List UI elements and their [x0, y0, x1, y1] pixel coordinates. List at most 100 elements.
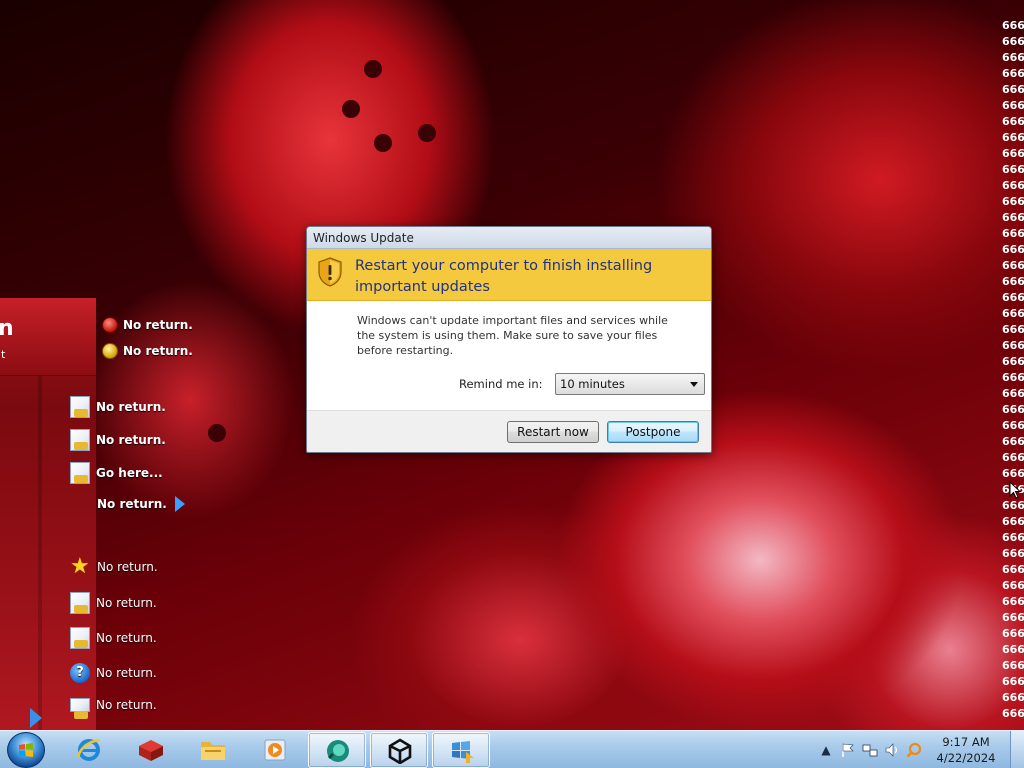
remind-dropdown-value: 10 minutes — [560, 377, 625, 391]
help-icon: ? — [70, 663, 90, 683]
repeated-text-line: 666 — [1002, 531, 1024, 544]
remind-label: Remind me in: — [459, 377, 543, 391]
system-tray: ▲ 9:17 AM 4/22/2024 — [804, 731, 1024, 768]
dialog-description: Windows can't update important files and… — [357, 314, 668, 357]
wallpaper-detail — [208, 424, 226, 442]
dialog-banner: Restart your computer to finish installi… — [307, 249, 711, 301]
action-center-flag-icon[interactable] — [840, 742, 856, 758]
wallpaper-detail — [364, 60, 382, 78]
repeated-text-line: 666 — [1002, 611, 1024, 624]
update-icon — [452, 741, 474, 763]
repeated-text-line: 666 — [1002, 419, 1024, 432]
menu-item-label: No return. — [96, 631, 157, 645]
taskbar-app-windows-update[interactable] — [432, 732, 490, 768]
repeated-text-line: 666 — [1002, 675, 1024, 688]
repeated-text-line: 666 — [1002, 707, 1024, 720]
menu-item-1[interactable]: No return. — [70, 396, 166, 418]
repeated-text-line: 666 — [1002, 275, 1024, 288]
repeated-text-line: 666 — [1002, 211, 1024, 224]
show-desktop-button[interactable] — [1010, 731, 1024, 768]
menu-item-label: No return. — [97, 497, 167, 511]
yellow-warning-icon — [102, 343, 118, 359]
start-menu-divider — [38, 376, 42, 730]
windows-logo-icon — [19, 743, 33, 757]
remind-dropdown[interactable]: 10 minutes — [555, 373, 705, 395]
menu-item-label: No return. — [96, 666, 157, 680]
taskbar-app-media-player[interactable] — [246, 732, 304, 768]
menu-item-label: No return. — [96, 698, 157, 712]
menu-item-run[interactable]: No return. — [70, 698, 157, 719]
start-button[interactable] — [7, 732, 45, 768]
menu-item-2[interactable]: No return. — [70, 429, 166, 451]
green-circle-icon — [327, 740, 349, 762]
repeated-text-line: 666 — [1002, 195, 1024, 208]
menu-item-label: No return. — [123, 344, 193, 358]
repeated-text-line: 666 — [1002, 291, 1024, 304]
menu-item-submenu[interactable]: No return. — [97, 496, 185, 512]
clock-time: 9:17 AM — [942, 735, 990, 749]
repeated-text-line: 666 — [1002, 691, 1024, 704]
unity-icon — [388, 738, 412, 764]
star-icon: ★ — [70, 554, 90, 579]
windows-update-dialog: Windows Update Restart your computer to … — [306, 226, 712, 453]
taskbar-app-unity[interactable] — [370, 732, 428, 768]
menu-item-label: Go here... — [96, 466, 163, 480]
repeated-text-line: 666 — [1002, 115, 1024, 128]
repeated-text-column: 666 666 666 666 666 666 666 666 666 666 666 666 666 6… — [1002, 18, 1024, 722]
repeated-text-line: 666 — [1002, 83, 1024, 96]
menu-item-search[interactable]: No return. — [70, 592, 157, 614]
repeated-text-line: 666 — [1002, 627, 1024, 640]
menu-item-tasks[interactable]: No return. — [70, 627, 157, 649]
repeated-text-line: 666 — [1002, 259, 1024, 272]
dialog-title: Windows Update — [307, 227, 711, 249]
restart-now-button[interactable]: Restart now — [507, 421, 599, 443]
show-hidden-icons-chevron-up-icon[interactable]: ▲ — [818, 742, 834, 758]
menu-item-go-here[interactable]: Go here... — [70, 462, 163, 484]
postpone-button[interactable]: Postpone — [607, 421, 699, 443]
volume-icon[interactable] — [884, 742, 900, 758]
arrow-right-icon — [174, 496, 185, 512]
menu-item-help[interactable]: ? No return. — [70, 663, 157, 683]
menu-item-label: No return. — [97, 560, 158, 574]
taskbar-app-red[interactable] — [122, 732, 180, 768]
repeated-text-line: 666 — [1002, 99, 1024, 112]
repeated-text-line: 666 — [1002, 67, 1024, 80]
red-box-icon — [139, 740, 163, 761]
repeated-text-line: 666 — [1002, 51, 1024, 64]
repeated-text-line: 666 — [1002, 323, 1024, 336]
media-icon — [264, 739, 286, 761]
menu-item-favorites[interactable]: ★ No return. — [70, 556, 158, 578]
repeated-text-line: 666 — [1002, 387, 1024, 400]
menu-item-top-2[interactable]: No return. — [102, 343, 193, 359]
menu-item-label: No return. — [123, 318, 193, 332]
taskbar-app-file-explorer[interactable] — [184, 732, 242, 768]
repeated-text-line: 666 — [1002, 643, 1024, 656]
ie-icon — [76, 739, 101, 761]
search-icon[interactable] — [906, 742, 922, 758]
repeated-text-line: 666 — [1002, 163, 1024, 176]
red-warning-icon — [102, 317, 118, 333]
wallpaper-detail — [374, 134, 392, 152]
dialog-footer: Restart now Postpone — [307, 411, 711, 452]
repeated-text-line: 666 — [1002, 435, 1024, 448]
all-programs-arrow-icon[interactable] — [30, 708, 42, 728]
taskbar-app-internet-explorer[interactable] — [60, 732, 118, 768]
menu-item-label: No return. — [96, 433, 166, 447]
taskbar-clock[interactable]: 9:17 AM 4/22/2024 — [934, 734, 998, 766]
dialog-headline: Restart your computer to finish installi… — [355, 258, 653, 295]
repeated-text-line: 666 — [1002, 451, 1024, 464]
folder-icon — [70, 462, 90, 484]
repeated-text-line: 666 — [1002, 499, 1024, 512]
repeated-text-line: 666 — [1002, 467, 1024, 480]
repeated-text-line: 666 — [1002, 371, 1024, 384]
repeated-text-line: 666 — [1002, 147, 1024, 160]
repeated-text-line: 666 — [1002, 307, 1024, 320]
repeated-text-line: 666 — [1002, 179, 1024, 192]
repeated-text-line: 666 — [1002, 131, 1024, 144]
taskbar-app-green[interactable] — [308, 732, 366, 768]
wallpaper-detail — [418, 124, 436, 142]
repeated-text-line: 666 — [1002, 547, 1024, 560]
network-icon[interactable] — [862, 742, 878, 758]
repeated-text-line: 666 — [1002, 595, 1024, 608]
menu-item-top-1[interactable]: No return. — [102, 317, 193, 333]
